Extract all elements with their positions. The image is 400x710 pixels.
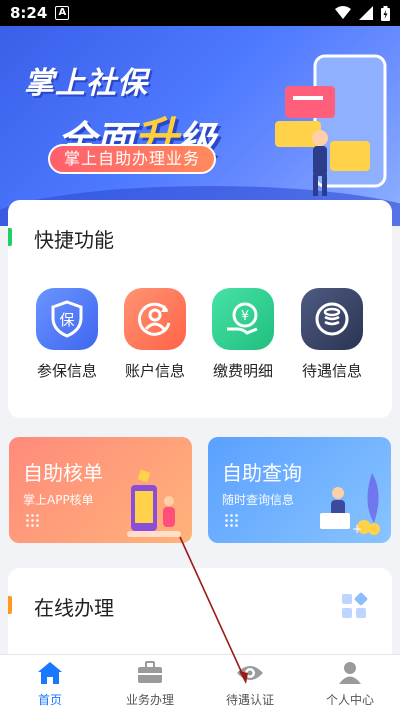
briefcase-icon [138,661,162,683]
svg-text:+: + [352,522,362,536]
notification-icon: A [55,6,70,20]
quick-item-label: 账户信息 [124,362,185,380]
banner-pill: 掌上自助办理业务 [48,144,217,174]
self-query-title: 自助查询 [222,461,302,485]
self-query-card[interactable]: 自助查询 随时查询信息 + [208,437,391,543]
user-refresh-icon [124,288,186,350]
nav-item-label: 业务办理 [125,693,174,707]
self-check-card[interactable]: 自助核单 掌上APP核单 [9,437,192,543]
battery-icon [381,5,390,21]
person-icon [339,662,361,684]
coin-stack-icon [301,288,363,350]
quick-item-label: 待遇信息 [301,362,362,380]
dots-decoration [224,513,238,527]
online-services-title: 在线办理 [34,596,114,620]
self-check-title: 自助核单 [23,461,103,485]
status-bar: 8:24 A [0,0,400,26]
home-icon [38,662,62,684]
online-services-card: 在线办理 [8,568,392,668]
svg-text:¥: ¥ [241,309,249,324]
yen-hand-icon: ¥ [212,288,274,350]
quick-item-insurance-info[interactable]: 保 参保信息 [27,288,107,381]
section-marker [8,228,12,246]
svg-text:保: 保 [59,311,74,329]
nav-item-profile[interactable]: 个人中心 [300,655,400,710]
nav-item-label: 待遇认证 [225,693,274,707]
laptop-illustration: + [320,473,380,536]
quick-functions-card: 快捷功能 保 参保信息 账户信息 ¥ 缴费明细 待遇信息 [8,200,392,418]
phone-illustration [127,469,181,537]
promo-banner[interactable]: 掌上社保 全面升级 掌上自助办理业务 [0,26,400,226]
banner-title: 掌上社保 [24,66,148,101]
section-marker [8,596,12,614]
nav-item-label: 个人中心 [325,693,374,707]
nav-item-business[interactable]: 业务办理 [100,655,200,710]
dots-decoration [25,513,39,527]
self-check-subtitle: 掌上APP核单 [23,493,94,507]
nav-item-certify[interactable]: 待遇认证 [200,655,300,710]
quick-item-label: 缴费明细 [212,362,273,380]
eye-icon [237,666,263,680]
quick-item-payment-details[interactable]: ¥ 缴费明细 [203,288,283,381]
banner-illustration [275,54,387,196]
quick-functions-title: 快捷功能 [34,228,114,252]
bottom-nav: 首页 业务办理 待遇认证 个人中心 [0,654,400,710]
nav-item-label: 首页 [37,693,62,707]
shield-bao-icon: 保 [36,288,98,350]
quick-item-label: 参保信息 [36,362,97,380]
wifi-icon [335,6,351,19]
nav-item-home[interactable]: 首页 [0,655,100,710]
self-query-subtitle: 随时查询信息 [222,493,295,507]
quick-item-benefit-info[interactable]: 待遇信息 [292,288,372,381]
grid-apps-icon[interactable] [340,592,368,620]
status-time: 8:24 [10,4,48,22]
quick-item-account-info[interactable]: 账户信息 [115,288,195,381]
signal-icon [359,6,373,20]
status-icons [335,5,390,21]
